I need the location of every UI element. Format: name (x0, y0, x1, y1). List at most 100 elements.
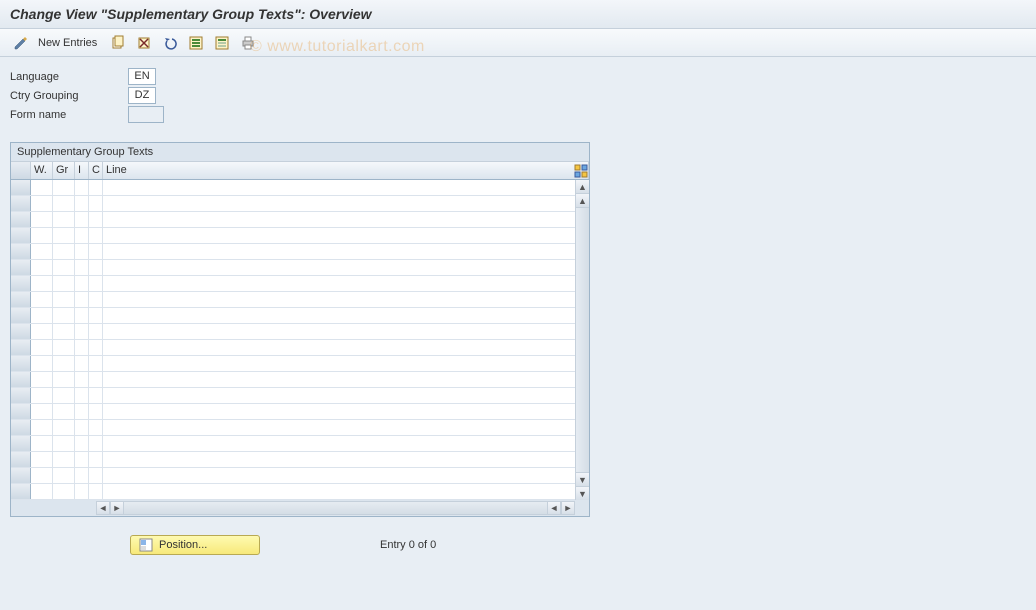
cell-i[interactable] (75, 340, 89, 355)
print-icon[interactable] (237, 33, 259, 53)
cell-gr[interactable] (53, 244, 75, 259)
cell-c[interactable] (89, 276, 103, 291)
row-selector[interactable] (11, 196, 31, 211)
cell-line[interactable] (103, 340, 575, 355)
language-field[interactable]: EN (128, 68, 156, 85)
cell-w[interactable] (31, 276, 53, 291)
row-selector[interactable] (11, 260, 31, 275)
cell-c[interactable] (89, 388, 103, 403)
cell-w[interactable] (31, 356, 53, 371)
row-selector[interactable] (11, 180, 31, 195)
column-c[interactable]: C (89, 162, 103, 179)
cell-c[interactable] (89, 484, 103, 499)
cell-w[interactable] (31, 324, 53, 339)
cell-gr[interactable] (53, 468, 75, 483)
cell-line[interactable] (103, 388, 575, 403)
cell-c[interactable] (89, 372, 103, 387)
ctry-grouping-field[interactable]: DZ (128, 87, 156, 104)
cell-i[interactable] (75, 388, 89, 403)
row-selector[interactable] (11, 452, 31, 467)
cell-gr[interactable] (53, 356, 75, 371)
cell-i[interactable] (75, 468, 89, 483)
cell-c[interactable] (89, 420, 103, 435)
cell-w[interactable] (31, 436, 53, 451)
cell-w[interactable] (31, 404, 53, 419)
cell-gr[interactable] (53, 388, 75, 403)
cell-w[interactable] (31, 212, 53, 227)
cell-i[interactable] (75, 180, 89, 195)
cell-c[interactable] (89, 436, 103, 451)
cell-c[interactable] (89, 212, 103, 227)
cell-i[interactable] (75, 356, 89, 371)
row-selector[interactable] (11, 228, 31, 243)
cell-w[interactable] (31, 452, 53, 467)
cell-i[interactable] (75, 308, 89, 323)
cell-line[interactable] (103, 180, 575, 195)
cell-c[interactable] (89, 404, 103, 419)
row-selector[interactable] (11, 340, 31, 355)
cell-i[interactable] (75, 212, 89, 227)
cell-line[interactable] (103, 404, 575, 419)
cell-c[interactable] (89, 452, 103, 467)
vertical-scrollbar[interactable]: ▲ ▲ ▼ ▼ (575, 180, 589, 500)
cell-c[interactable] (89, 196, 103, 211)
cell-gr[interactable] (53, 292, 75, 307)
cell-line[interactable] (103, 452, 575, 467)
cell-gr[interactable] (53, 324, 75, 339)
cell-gr[interactable] (53, 212, 75, 227)
cell-c[interactable] (89, 244, 103, 259)
row-selector[interactable] (11, 212, 31, 227)
cell-w[interactable] (31, 372, 53, 387)
cell-c[interactable] (89, 356, 103, 371)
row-selector[interactable] (11, 324, 31, 339)
cell-i[interactable] (75, 244, 89, 259)
cell-w[interactable] (31, 484, 53, 499)
row-selector[interactable] (11, 308, 31, 323)
row-selector[interactable] (11, 372, 31, 387)
cell-line[interactable] (103, 436, 575, 451)
cell-i[interactable] (75, 436, 89, 451)
cell-c[interactable] (89, 324, 103, 339)
new-entries-button[interactable]: New Entries (38, 37, 97, 49)
cell-gr[interactable] (53, 340, 75, 355)
column-line[interactable]: Line (103, 162, 571, 179)
cell-c[interactable] (89, 340, 103, 355)
scroll-down-icon[interactable]: ▼ (576, 486, 589, 500)
scroll-left-icon[interactable]: ◄ (96, 501, 110, 515)
scroll-right-icon[interactable]: ► (561, 501, 575, 515)
cell-gr[interactable] (53, 276, 75, 291)
cell-line[interactable] (103, 484, 575, 499)
row-selector[interactable] (11, 436, 31, 451)
cell-w[interactable] (31, 292, 53, 307)
toggle-change-icon[interactable] (10, 33, 32, 53)
row-selector[interactable] (11, 356, 31, 371)
cell-gr[interactable] (53, 180, 75, 195)
cell-w[interactable] (31, 180, 53, 195)
cell-line[interactable] (103, 356, 575, 371)
cell-gr[interactable] (53, 436, 75, 451)
cell-w[interactable] (31, 308, 53, 323)
column-i[interactable]: I (75, 162, 89, 179)
row-selector[interactable] (11, 404, 31, 419)
column-w[interactable]: W. (31, 162, 53, 179)
cell-c[interactable] (89, 308, 103, 323)
cell-w[interactable] (31, 196, 53, 211)
undo-icon[interactable] (159, 33, 181, 53)
cell-i[interactable] (75, 372, 89, 387)
scroll-right-step-icon[interactable]: ◄ (547, 501, 561, 515)
cell-w[interactable] (31, 468, 53, 483)
cell-c[interactable] (89, 180, 103, 195)
cell-line[interactable] (103, 260, 575, 275)
row-selector[interactable] (11, 276, 31, 291)
cell-line[interactable] (103, 228, 575, 243)
cell-line[interactable] (103, 372, 575, 387)
cell-c[interactable] (89, 468, 103, 483)
cell-line[interactable] (103, 276, 575, 291)
cell-line[interactable] (103, 244, 575, 259)
cell-i[interactable] (75, 452, 89, 467)
cell-gr[interactable] (53, 420, 75, 435)
cell-w[interactable] (31, 244, 53, 259)
scroll-up-step-icon[interactable]: ▲ (576, 194, 589, 208)
cell-line[interactable] (103, 196, 575, 211)
cell-gr[interactable] (53, 452, 75, 467)
